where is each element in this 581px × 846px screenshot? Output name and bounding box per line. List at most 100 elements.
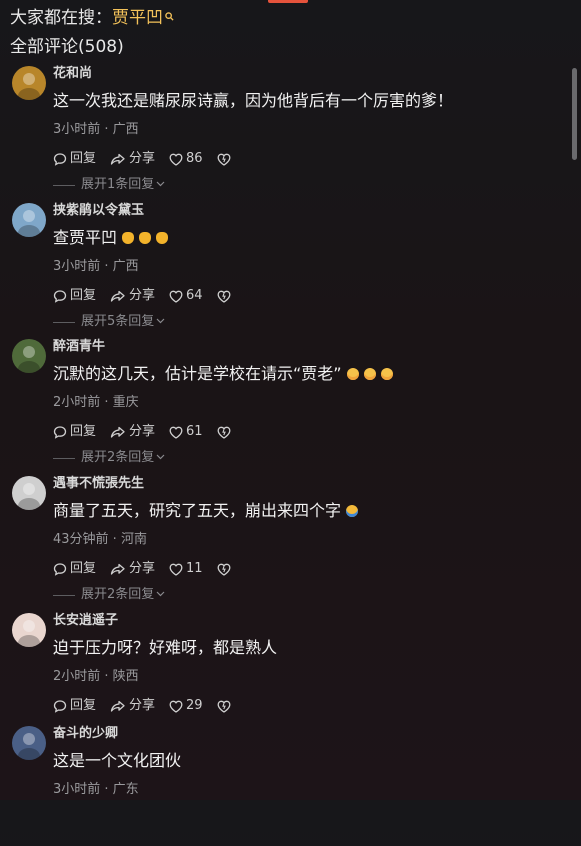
comment-username[interactable]: 花和尚 (53, 66, 92, 82)
share-button[interactable]: 分享 (110, 423, 155, 441)
expand-replies-button[interactable]: 展开2条回复 (53, 450, 165, 466)
comment-actions: 回复 分享 11 (53, 560, 248, 578)
reply-label: 回复 (70, 698, 97, 713)
like-button[interactable]: 86 (169, 150, 203, 168)
reply-button[interactable]: 回复 (53, 697, 96, 715)
comment-item[interactable]: 花和尚 这一次我还是赌尿尿诗赢，因为他背后有一个厉害的爹！ 3小时前 · 广西 回… (0, 66, 581, 192)
reply-button[interactable]: 回复 (53, 150, 96, 168)
broken-heart-icon (217, 153, 234, 166)
comment-text: 这一次我还是赌尿尿诗赢，因为他背后有一个厉害的爹！ (53, 90, 453, 112)
reply-button[interactable]: 回复 (53, 560, 96, 578)
like-count: 29 (186, 698, 203, 713)
reply-button[interactable]: 回复 (53, 287, 96, 305)
share-icon (110, 425, 129, 439)
emoji-clap-icon (139, 231, 152, 244)
reply-label: 回复 (70, 424, 97, 439)
emoji-clap-icon (122, 231, 135, 244)
comment-actions: 回复 分享 86 (53, 150, 248, 168)
avatar[interactable] (12, 613, 46, 647)
expand-replies-button[interactable]: 展开1条回复 (53, 177, 165, 193)
reply-icon (53, 562, 70, 576)
share-icon (110, 152, 129, 166)
expand-replies-button[interactable]: 展开5条回复 (53, 314, 165, 330)
heart-icon (169, 563, 186, 576)
comment-actions: 回复 分享 61 (53, 423, 248, 441)
avatar[interactable] (12, 203, 46, 237)
reply-icon (53, 425, 70, 439)
comment-meta: 2小时前 · 陕西 (53, 669, 139, 684)
share-label: 分享 (129, 424, 156, 439)
comment-text-body: 商量了五天，研究了五天，崩出来四个字 (53, 501, 342, 520)
share-button[interactable]: 分享 (110, 560, 155, 578)
dislike-button[interactable] (217, 153, 234, 166)
reply-icon (53, 699, 70, 713)
chevron-down-icon (156, 450, 165, 466)
comment-username[interactable]: 醉酒青牛 (53, 339, 105, 355)
broken-heart-icon (217, 426, 234, 439)
like-count: 64 (186, 288, 203, 303)
trending-search-keyword[interactable]: 贾平凹 (112, 8, 163, 28)
expand-replies-label: 展开2条回复 (81, 587, 155, 602)
trending-search-prefix: 大家都在搜： (10, 8, 112, 28)
chevron-down-icon (156, 177, 165, 193)
comment-meta: 3小时前 · 广东 (53, 782, 139, 797)
avatar[interactable] (12, 726, 46, 760)
comment-text-body: 查贾平凹 (53, 228, 118, 247)
like-button[interactable]: 64 (169, 287, 203, 305)
chevron-down-icon (156, 587, 165, 603)
comment-item[interactable]: 长安逍遥子 迫于压力呀？好难呀，都是熟人 2小时前 · 陕西 回复 分享 29 (0, 613, 581, 733)
expand-replies-label: 展开5条回复 (81, 314, 155, 329)
top-accent-indicator (268, 0, 308, 3)
comment-username[interactable]: 长安逍遥子 (53, 613, 118, 629)
comment-text-body: 这一次我还是赌尿尿诗赢，因为他背后有一个厉害的爹！ (53, 91, 454, 110)
dislike-button[interactable] (217, 426, 234, 439)
avatar[interactable] (12, 339, 46, 373)
dislike-button[interactable] (217, 700, 234, 713)
comment-username[interactable]: 遇事不慌張先生 (53, 476, 144, 492)
search-icon (165, 11, 174, 24)
comment-text-body: 这是一个文化团伙 (53, 751, 182, 770)
emoji-smile-icon (380, 367, 393, 380)
reply-button[interactable]: 回复 (53, 423, 96, 441)
dislike-button[interactable] (217, 290, 234, 303)
avatar[interactable] (12, 66, 46, 100)
dislike-button[interactable] (217, 563, 234, 576)
share-button[interactable]: 分享 (110, 287, 155, 305)
avatar[interactable] (12, 476, 46, 510)
comment-meta: 43分钟前 · 河南 (53, 532, 147, 547)
comment-username[interactable]: 挟紫鹃以令黛玉 (53, 203, 144, 219)
comment-meta: 3小时前 · 广西 (53, 259, 139, 274)
emoji-smile-icon (363, 367, 376, 380)
comment-item[interactable]: 遇事不慌張先生 商量了五天，研究了五天，崩出来四个字 43分钟前 · 河南 回复 … (0, 476, 581, 602)
comment-text: 这是一个文化团伙 (53, 750, 181, 772)
broken-heart-icon (217, 563, 234, 576)
reply-icon (53, 152, 70, 166)
heart-icon (169, 700, 186, 713)
share-icon (110, 562, 129, 576)
share-button[interactable]: 分享 (110, 697, 155, 715)
like-count: 61 (186, 424, 203, 439)
like-button[interactable]: 61 (169, 423, 203, 441)
comment-text: 沉默的这几天，估计是学校在请示“贾老” (53, 363, 393, 385)
reply-label: 回复 (70, 288, 97, 303)
expand-replies-button[interactable]: 展开2条回复 (53, 587, 165, 603)
comment-username[interactable]: 奋斗的少卿 (53, 726, 118, 742)
share-label: 分享 (129, 151, 156, 166)
like-button[interactable]: 29 (169, 697, 203, 715)
comment-item[interactable]: 奋斗的少卿 这是一个文化团伙 3小时前 · 广东 (0, 726, 581, 846)
heart-icon (169, 426, 186, 439)
comment-item[interactable]: 挟紫鹃以令黛玉 查贾平凹 3小时前 · 广西 回复 分享 64 展开5条回复 (0, 203, 581, 329)
trending-search[interactable]: 大家都在搜：贾平凹 (10, 7, 174, 29)
share-icon (110, 699, 129, 713)
comment-meta: 2小时前 · 重庆 (53, 395, 139, 410)
broken-heart-icon (217, 290, 234, 303)
expand-replies-label: 展开1条回复 (81, 177, 155, 192)
divider (53, 184, 75, 186)
comment-text: 商量了五天，研究了五天，崩出来四个字 (53, 500, 359, 522)
comment-text: 查贾平凹 (53, 227, 169, 249)
comment-item[interactable]: 醉酒青牛 沉默的这几天，估计是学校在请示“贾老” 2小时前 · 重庆 回复 分享 … (0, 339, 581, 465)
all-comments-count: 全部评论(508) (10, 37, 124, 57)
share-button[interactable]: 分享 (110, 150, 155, 168)
like-button[interactable]: 11 (169, 560, 203, 578)
heart-icon (169, 290, 186, 303)
